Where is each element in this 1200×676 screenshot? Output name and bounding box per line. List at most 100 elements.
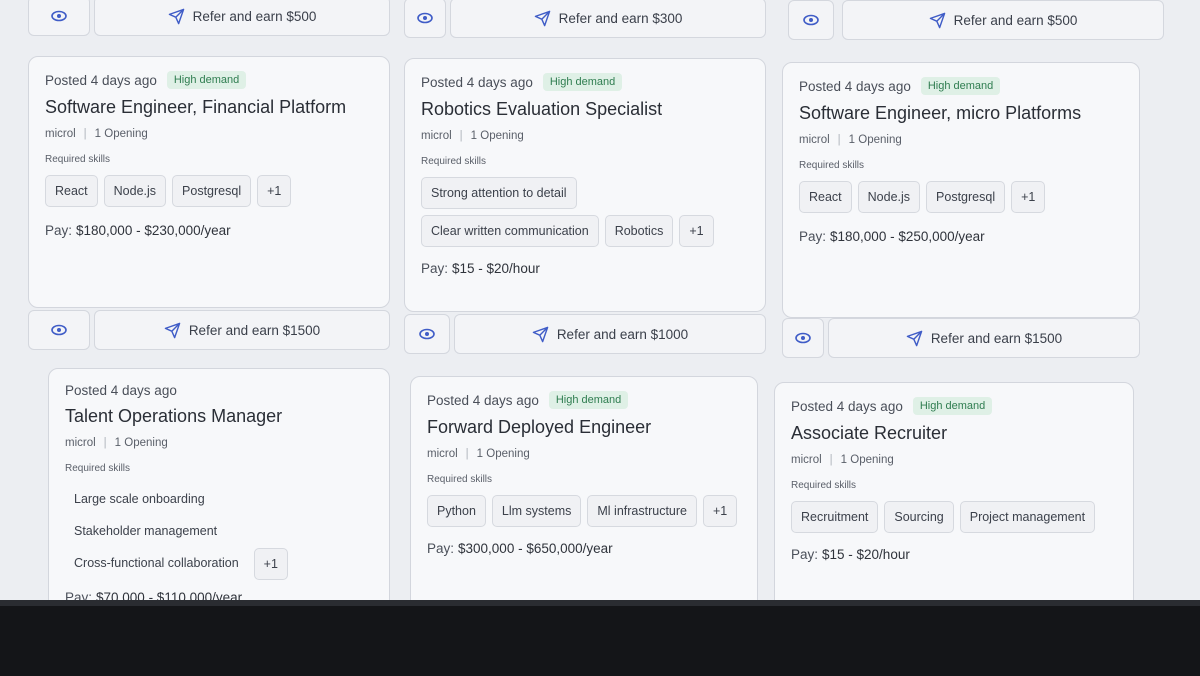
skill-chip: Recruitment [791, 501, 879, 533]
status-badge: High demand [542, 73, 623, 91]
refer-button[interactable]: Refer and earn $500 [842, 0, 1164, 40]
openings-count: 1 Opening [470, 130, 524, 142]
pay-value: $300,000 - $650,000/year [458, 541, 613, 556]
eye-icon [417, 12, 433, 24]
skills-list: React Node.js Postgresql +1 [799, 181, 1123, 213]
more-skills-chip[interactable]: +1 [702, 495, 738, 527]
skills-list: Clear written communication Robotics +1 [421, 215, 749, 247]
job-title[interactable]: Software Engineer, Financial Platform [45, 97, 373, 118]
send-icon [906, 330, 923, 346]
send-icon [164, 322, 181, 338]
skill-chip: Project management [959, 501, 1096, 533]
skills-list: Python Llm systems Ml infrastructure +1 [427, 495, 741, 527]
skill-chip: Ml infrastructure [587, 495, 697, 527]
company-name: microl [45, 128, 76, 140]
more-skills-chip[interactable]: +1 [257, 175, 292, 207]
pay-value: $180,000 - $250,000/year [830, 229, 985, 244]
pay-label: Pay: [45, 223, 73, 238]
pay-label: Pay: [421, 261, 449, 276]
skill-chip: Cross-functional collaboration [74, 556, 239, 570]
view-button[interactable] [404, 0, 446, 38]
monitor-bezel [0, 600, 1200, 676]
company-name: microl [799, 134, 830, 146]
skills-label: Required skills [45, 154, 111, 165]
send-icon [534, 10, 550, 26]
openings-count: 1 Opening [476, 448, 530, 460]
openings-count: 1 Opening [848, 134, 902, 146]
skills-list: Large scale onboarding [65, 484, 373, 514]
eye-icon [419, 328, 435, 340]
more-skills-chip[interactable]: +1 [1011, 181, 1046, 213]
refer-button[interactable]: Refer and earn $300 [450, 0, 766, 38]
job-title[interactable]: Forward Deployed Engineer [427, 417, 741, 438]
refer-label: Refer and earn $1500 [930, 330, 1063, 346]
job-card[interactable]: Posted 4 days ago High demand Robotics E… [404, 58, 766, 312]
openings-count: 1 Opening [94, 128, 148, 140]
refer-button[interactable]: Refer and earn $500 [94, 0, 390, 36]
pay-label: Pay: [791, 547, 819, 562]
job-title[interactable]: Robotics Evaluation Specialist [421, 99, 749, 120]
job-title[interactable]: Software Engineer, micro Platforms [799, 103, 1123, 124]
job-title[interactable]: Associate Recruiter [791, 423, 1117, 444]
job-board: Refer and earn $500 Posted 4 days ago Hi… [0, 0, 1200, 606]
skills-label: Required skills [427, 474, 493, 485]
referral-bar: Refer and earn $1500 [28, 310, 390, 350]
skill-chip: Strong attention to detail [421, 177, 577, 209]
meta-separator: | [465, 448, 469, 460]
pay-label: Pay: [427, 541, 455, 556]
posted-date: Posted 4 days ago [427, 392, 539, 408]
refer-button[interactable]: Refer and earn $1000 [454, 314, 766, 354]
pay-value: $180,000 - $230,000/year [76, 223, 231, 238]
status-badge: High demand [920, 77, 1001, 95]
refer-button[interactable]: Refer and earn $1500 [828, 318, 1140, 358]
job-card[interactable]: Posted 4 days ago High demand Software E… [28, 56, 390, 308]
referral-bar: Refer and earn $1000 [404, 314, 766, 354]
skills-list: Stakeholder management [65, 516, 373, 546]
skills-list: Cross-functional collaboration +1 [65, 548, 373, 580]
skill-chip: Clear written communication [421, 215, 599, 247]
pay-range: Pay: $180,000 - $250,000/year [799, 229, 1123, 244]
more-skills-chip[interactable]: +1 [253, 548, 288, 580]
more-skills-chip[interactable]: +1 [679, 215, 714, 247]
skills-label: Required skills [65, 463, 131, 474]
view-button[interactable] [28, 310, 90, 350]
status-badge: High demand [548, 391, 629, 409]
job-card[interactable]: Posted 4 days ago High demand Software E… [782, 62, 1140, 318]
skill-chip: Postgresql [172, 175, 252, 207]
skill-chip: Large scale onboarding [74, 492, 205, 506]
meta-separator: | [459, 130, 463, 142]
skill-chip: Node.js [857, 181, 921, 213]
view-button[interactable] [782, 318, 824, 358]
company-name: microl [427, 448, 458, 460]
company-name: microl [65, 437, 96, 449]
eye-icon [803, 14, 819, 26]
view-button[interactable] [788, 0, 834, 40]
meta-separator: | [829, 454, 833, 466]
send-icon [929, 12, 945, 28]
meta-separator: | [83, 128, 87, 140]
openings-count: 1 Opening [114, 437, 168, 449]
skills-label: Required skills [799, 160, 865, 171]
refer-label: Refer and earn $300 [558, 10, 683, 26]
refer-label: Refer and earn $1000 [556, 326, 689, 342]
skills-label: Required skills [791, 480, 857, 491]
job-card[interactable]: Posted 4 days ago Talent Operations Mana… [48, 368, 390, 606]
referral-bar: Refer and earn $1500 [782, 318, 1140, 358]
view-button[interactable] [404, 314, 450, 354]
view-button[interactable] [28, 0, 90, 36]
refer-label: Refer and earn $500 [953, 12, 1078, 28]
posted-date: Posted 4 days ago [421, 74, 533, 90]
posted-date: Posted 4 days ago [65, 383, 177, 398]
skill-chip: Llm systems [491, 495, 582, 527]
send-icon [532, 326, 549, 342]
monitor-bezel-edge [0, 600, 1200, 606]
job-card[interactable]: Posted 4 days ago High demand Associate … [774, 382, 1134, 606]
job-card[interactable]: Posted 4 days ago High demand Forward De… [410, 376, 758, 606]
referral-bar: Refer and earn $500 [28, 0, 390, 36]
status-badge: High demand [912, 397, 993, 415]
refer-button[interactable]: Refer and earn $1500 [94, 310, 390, 350]
skills-list: React Node.js Postgresql +1 [45, 175, 373, 207]
job-title[interactable]: Talent Operations Manager [65, 406, 373, 427]
eye-icon [51, 10, 67, 22]
skill-chip: React [799, 181, 852, 213]
